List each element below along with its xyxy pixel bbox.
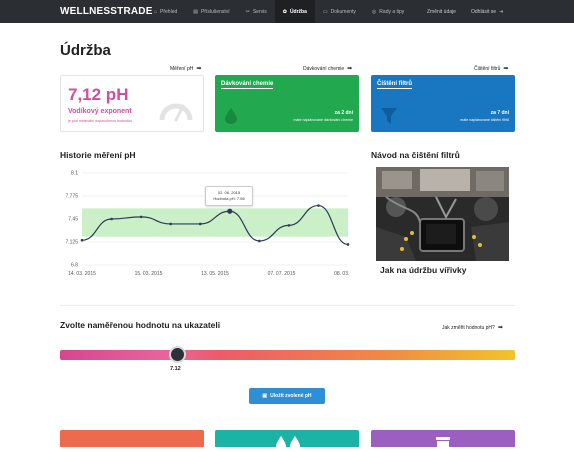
change-data-link[interactable]: Změnit údaje [427, 0, 456, 23]
nav-item-5[interactable]: ◎ Rady a tipy [364, 0, 412, 23]
save-ph-button-label: Uložit zvolené pH [270, 393, 312, 399]
y-tick-label: 7.775 [65, 194, 78, 200]
recommended-range-band [82, 208, 348, 237]
data-point [80, 238, 84, 242]
data-point [258, 239, 261, 243]
nav-item-4[interactable]: ▭ Dokumenty [315, 0, 364, 23]
dosing-link[interactable]: Dávkování chemie ➡ [303, 65, 353, 73]
logout-icon: ⇥ [499, 8, 504, 15]
y-tick-label: 8.1 [71, 171, 78, 177]
x-tick-label: 15. 03. 2015 [135, 271, 163, 277]
gauge-icon [159, 103, 193, 122]
hot-tub-machinery-image [376, 167, 509, 261]
measure-ph-link-label: Měření pH [170, 65, 194, 72]
how-to-measure-label: Jak změřit hodnotu pH? [442, 324, 495, 331]
nav-item-0[interactable]: ⌂ Přehled [146, 0, 185, 23]
ph-slider-track[interactable] [60, 350, 515, 360]
ph-label: Vodíkový exponent [68, 108, 132, 115]
x-tick-label: 08. 03. 2016 [334, 271, 350, 277]
wrench-icon: ✂ [245, 8, 250, 15]
data-point [227, 208, 233, 214]
nav-item-2[interactable]: ✂ Servis [238, 0, 275, 23]
x-tick-label: 14. 03. 2015 [68, 271, 96, 277]
bottom-card-teal[interactable] [215, 430, 359, 451]
logout-link[interactable]: Odhlásit se ⇥ [471, 0, 503, 23]
dosing-due: za 2 dní [334, 110, 353, 116]
bottom-card-purple[interactable] [371, 430, 515, 452]
chart-tooltip: 02. 06. 2015 Hodnota pH: 7.56 [205, 186, 253, 206]
x-tick-label: 13. 05. 2015 [201, 271, 229, 277]
arrow-right-icon: ➡ [347, 66, 353, 72]
ph-card[interactable]: 7,12 pH Vodíkový exponent je pod minimál… [60, 75, 204, 132]
filters-note: máte naplánované čištění filtrů [460, 118, 509, 122]
water-drop-icon [225, 108, 237, 124]
how-to-measure-link[interactable]: Jak změřit hodnotu pH? ➡ [442, 324, 503, 332]
data-point [198, 222, 202, 226]
nav-item-label: Servis [252, 8, 267, 15]
lightbulb-icon: ◎ [371, 8, 377, 15]
data-point [346, 243, 350, 246]
data-point [139, 215, 143, 219]
dosing-note: máte naplánované dávkování chemie [293, 118, 353, 122]
arrow-right-icon: ➡ [196, 66, 202, 72]
data-point [169, 222, 172, 226]
arrow-right-icon: ➡ [497, 325, 503, 331]
dosing-link-label: Dávkování chemie [303, 65, 345, 72]
nav-item-label: Rady a tipy [379, 8, 405, 15]
filters-link-label: Čištění filtrů [474, 65, 501, 72]
arrow-right-icon: ➡ [503, 66, 509, 72]
save-icon: ▣ [262, 393, 268, 399]
ph-note: je pod minimální doporučenou hodnotou [68, 119, 133, 123]
filters-due: za 7 dní [490, 110, 509, 116]
measure-ph-link[interactable]: Měření pH ➡ [170, 65, 202, 73]
section-divider [60, 305, 515, 306]
ph-history-chart[interactable]: 8.1 7.775 7.45 7.125 6.8 14. 03. 2015 15. 03. … [60, 165, 350, 280]
change-data-label: Změnit údaje [427, 8, 456, 15]
logout-label: Odhlásit se [471, 8, 497, 15]
top-navbar: WELLNESSTRADE ⌂ Přehled ▤ Příslušenství ✂ Ser… [0, 0, 574, 23]
document-icon: ▭ [322, 8, 328, 15]
guide-video-thumbnail[interactable] [376, 167, 509, 261]
main-nav: ⌂ Přehled ▤ Příslušenství ✂ Servis ✿ Údržba ▭ Dok… [146, 0, 412, 23]
y-tick-label: 7.125 [65, 240, 78, 246]
y-tick-label: 6.8 [71, 263, 78, 269]
filter-funnel-icon [381, 108, 397, 124]
home-icon: ⌂ [154, 8, 158, 15]
gear-icon: ✿ [282, 8, 287, 15]
nav-item-label: Dokumenty [330, 8, 356, 15]
brand-logo[interactable]: WELLNESSTRADE [60, 6, 152, 17]
nav-item-label: Údržba [289, 8, 307, 15]
data-point [287, 224, 291, 227]
save-ph-button[interactable]: ▣ Uložit zvolené pH [249, 388, 325, 404]
tooltip-value: Hodnota pH: 7.56 [213, 196, 245, 201]
data-point [317, 204, 320, 207]
container-icon [436, 437, 450, 452]
filters-card-title: Čištění filtrů [377, 81, 413, 89]
ph-value: 7,12 pH [68, 85, 129, 104]
filters-link[interactable]: Čištění filtrů ➡ [474, 65, 509, 73]
water-drops-icon [276, 436, 300, 451]
filters-card[interactable]: Čištění filtrů za 7 dní máte naplánované… [371, 75, 515, 132]
guide-caption[interactable]: Jak na údržbu vířivky [380, 265, 466, 275]
nav-item-1[interactable]: ▤ Příslušenství [185, 0, 237, 23]
x-tick-label: 07. 07. 2015 [268, 271, 296, 277]
guide-title: Návod na čištění filtrů [371, 150, 460, 160]
folder-icon: ▤ [193, 8, 198, 15]
dosing-card[interactable]: Dávkování chemie za 2 dní máte naplánova… [215, 75, 359, 132]
selector-title: Zvolte naměřenou hodnotu na ukazateli [60, 320, 221, 330]
y-tick-label: 7.45 [68, 217, 78, 223]
nav-item-label: Přehled [160, 8, 178, 15]
history-title: Historie měření pH [60, 150, 136, 160]
dosing-card-title: Dávkování chemie [221, 81, 274, 89]
nav-item-label: Příslušenství [201, 8, 230, 15]
nav-item-3[interactable]: ✿ Údržba [274, 0, 315, 23]
ph-slider-value: 7.12 [170, 366, 181, 372]
ph-slider-handle[interactable] [169, 346, 186, 363]
data-point [110, 217, 113, 221]
page-title: Údržba [60, 42, 111, 59]
bottom-card-orange[interactable] [60, 430, 204, 447]
